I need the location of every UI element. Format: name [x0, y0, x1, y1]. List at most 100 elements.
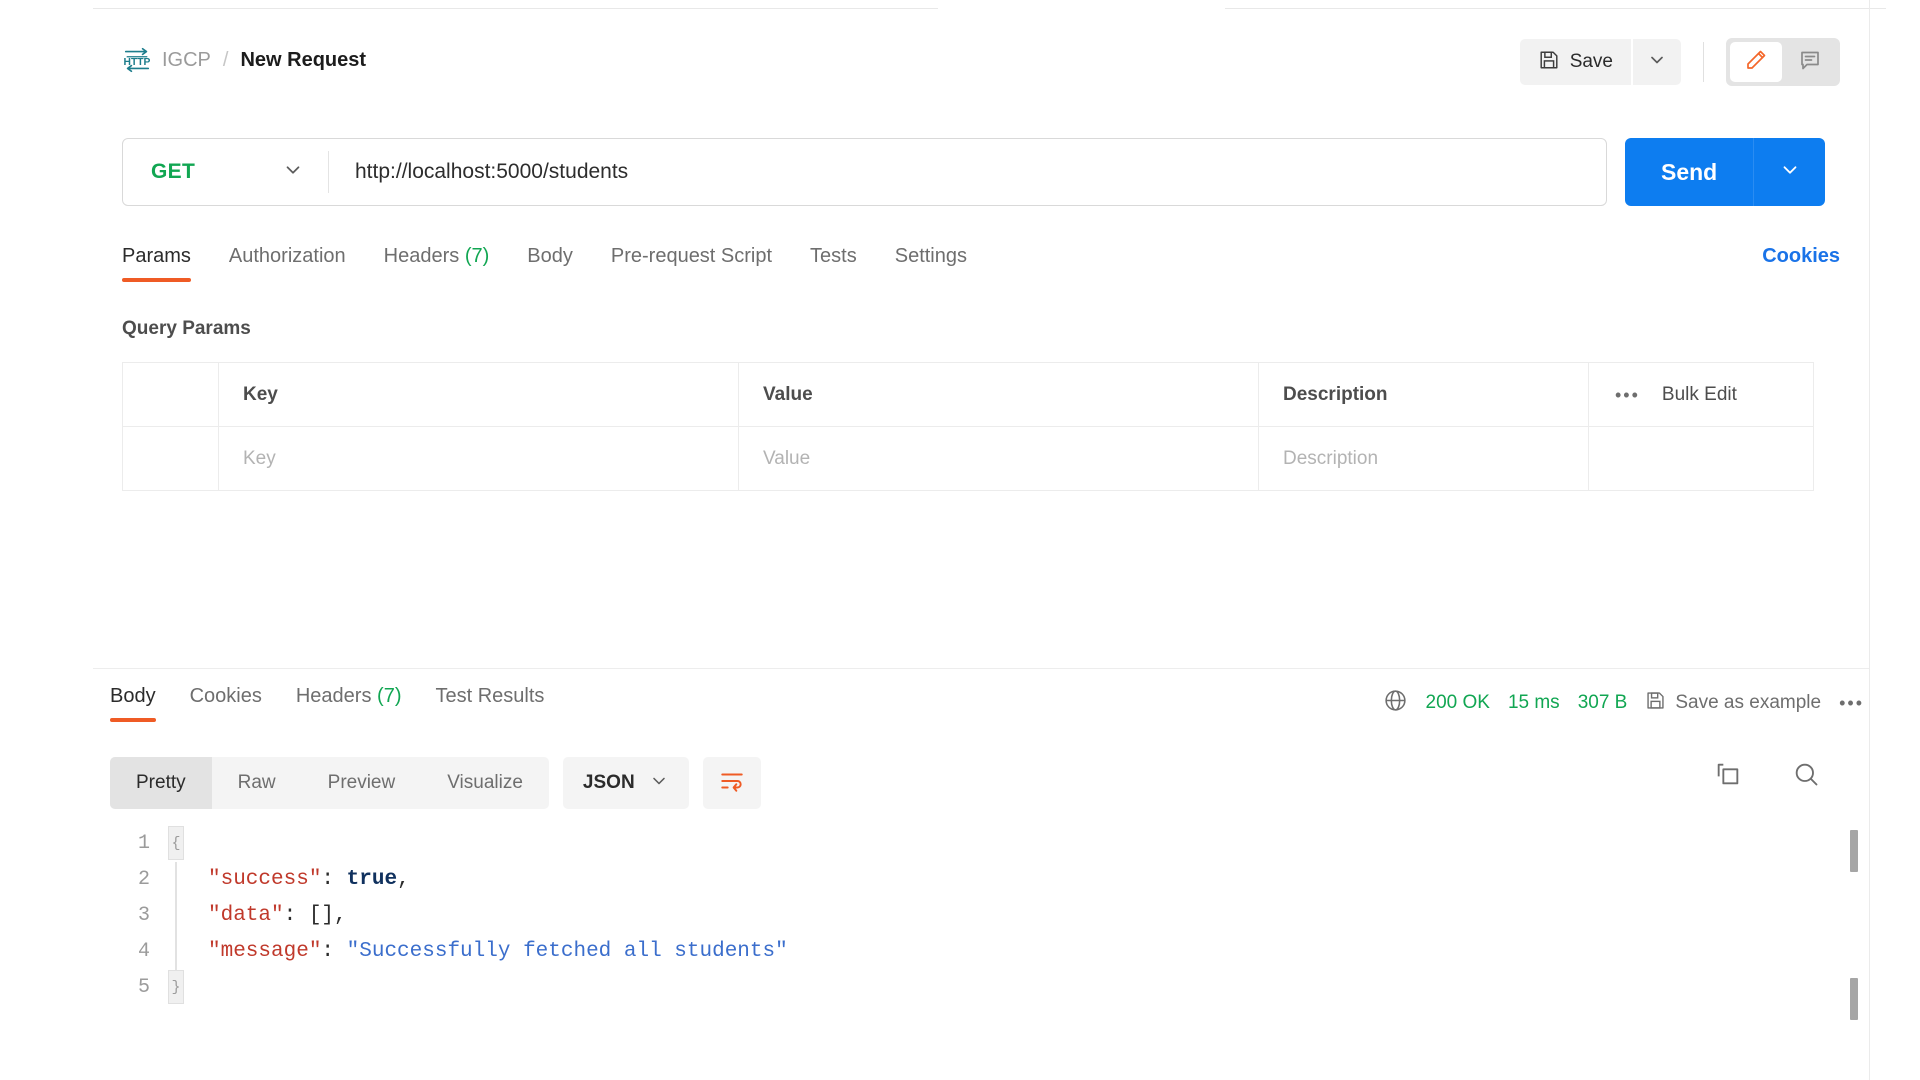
search-icon[interactable]: [1792, 760, 1820, 788]
query-params-table: Key Value Description ••• Bulk Edit Key …: [122, 362, 1814, 491]
comment-mode-button[interactable]: [1784, 42, 1836, 82]
chevron-down-icon: [1647, 50, 1667, 75]
table-row[interactable]: Key Value Description: [122, 426, 1814, 491]
code-text: "data": [],: [208, 904, 347, 927]
send-button-group: Send: [1625, 138, 1826, 206]
tab-settings[interactable]: Settings: [895, 245, 967, 282]
save-dropdown-button[interactable]: [1633, 39, 1681, 85]
value-input-placeholder[interactable]: Value: [763, 448, 810, 469]
scrollbar-thumb-bottom: [1850, 978, 1858, 1020]
view-mode-raw[interactable]: Raw: [212, 757, 302, 809]
breadcrumb-current: New Request: [240, 48, 367, 71]
wrap-text-icon: [719, 768, 745, 799]
response-tab-test-results-label: Test Results: [435, 685, 545, 707]
tab-pre-request-script-label: Pre-request Script: [610, 245, 773, 267]
url-bar: GET: [122, 138, 1607, 206]
send-dropdown-button[interactable]: [1753, 138, 1825, 206]
line-number: 2: [137, 868, 150, 891]
breadcrumb-project[interactable]: IGCP: [162, 49, 211, 72]
response-tabs: Body Cookies Headers (7) Test Results: [110, 685, 544, 722]
request-url-row: GET Send: [122, 138, 1826, 206]
globe-icon[interactable]: [1383, 688, 1408, 718]
view-mode-pretty[interactable]: Pretty: [110, 757, 212, 809]
response-size: 307 B: [1577, 692, 1628, 713]
tab-tests[interactable]: Tests: [810, 245, 857, 282]
description-input-placeholder[interactable]: Description: [1283, 448, 1378, 469]
response-tab-cookies[interactable]: Cookies: [190, 685, 262, 722]
right-rail-divider: [1869, 0, 1870, 1080]
response-tab-headers[interactable]: Headers (7): [296, 685, 402, 722]
code-text: "message": "Successfully fetched all stu…: [208, 940, 788, 963]
tab-params[interactable]: Params: [122, 245, 191, 282]
key-input-placeholder[interactable]: Key: [243, 448, 276, 469]
row-description-cell[interactable]: Description: [1258, 426, 1589, 491]
response-tab-body[interactable]: Body: [110, 685, 156, 722]
fold-marker-open[interactable]: {: [168, 826, 184, 860]
status-code: 200 OK: [1425, 692, 1490, 713]
top-divider-right: [1225, 8, 1886, 9]
send-button[interactable]: Send: [1625, 138, 1753, 206]
tab-headers[interactable]: Headers (7): [384, 245, 490, 282]
response-tab-test-results[interactable]: Test Results: [435, 685, 544, 722]
tab-tests-label: Tests: [810, 245, 857, 267]
save-button[interactable]: Save: [1519, 39, 1631, 85]
scrollbar-thumb-top: [1850, 830, 1858, 872]
code-line: 1 {: [110, 826, 1820, 862]
indent-guide: [168, 898, 184, 934]
wrap-text-button[interactable]: [702, 757, 761, 809]
breadcrumb-separator: /: [222, 48, 229, 71]
save-button-label: Save: [1569, 51, 1613, 72]
http-icon: HTTP: [122, 45, 152, 75]
floppy-disk-icon: [1645, 690, 1666, 716]
row-checkbox-cell[interactable]: [122, 426, 219, 491]
response-body-code[interactable]: 1 { 2 "success": true, 3 "data": [], 4 "…: [110, 826, 1820, 1076]
response-divider: [93, 668, 1869, 669]
header-key-cell: Key: [218, 362, 739, 427]
method-selector[interactable]: GET: [123, 159, 328, 186]
view-mode-pretty-label: Pretty: [136, 772, 186, 793]
save-as-example-button[interactable]: Save as example: [1645, 690, 1821, 716]
copy-icon[interactable]: [1714, 760, 1742, 788]
header-value-cell: Value: [738, 362, 1259, 427]
cookies-link[interactable]: Cookies: [1762, 245, 1840, 268]
chevron-down-icon: [649, 771, 669, 796]
column-header-value: Value: [763, 383, 813, 405]
postman-request-view: HTTP IGCP / New Request Save GET http://…: [0, 0, 1920, 1080]
edit-mode-button[interactable]: [1730, 42, 1782, 82]
save-as-example-label: Save as example: [1675, 692, 1822, 713]
fold-marker-close[interactable]: }: [168, 970, 184, 1004]
code-line: 4 "message": "Successfully fetched all s…: [110, 934, 1820, 970]
left-gutter: [0, 0, 93, 1080]
pencil-icon: [1744, 48, 1768, 77]
tab-headers-count: (7): [464, 245, 490, 267]
indent-guide: [168, 934, 184, 970]
code-scrollbar[interactable]: [1850, 826, 1858, 1076]
bulk-edit-button[interactable]: Bulk Edit: [1662, 384, 1737, 406]
column-header-description: Description: [1283, 383, 1388, 405]
tab-authorization[interactable]: Authorization: [229, 245, 346, 282]
row-value-cell[interactable]: Value: [738, 426, 1259, 491]
indent-guide: [168, 862, 184, 898]
view-mode-raw-label: Raw: [237, 772, 276, 793]
view-mode-preview[interactable]: Preview: [302, 757, 422, 809]
response-tab-body-label: Body: [110, 685, 156, 707]
header-bulk-edit-cell: ••• Bulk Edit: [1588, 362, 1814, 427]
more-options-icon[interactable]: •••: [1615, 386, 1640, 404]
format-label: JSON: [582, 772, 635, 793]
code-line: 2 "success": true,: [110, 862, 1820, 898]
response-tab-headers-label: Headers: [295, 685, 372, 707]
url-input[interactable]: [329, 160, 1606, 184]
query-params-title: Query Params: [122, 318, 251, 339]
request-tabs: Params Authorization Headers (7) Body Pr…: [122, 245, 967, 282]
response-more-options-icon[interactable]: •••: [1839, 694, 1864, 712]
header-checkbox-cell: [122, 362, 219, 427]
header-actions: Save: [1519, 38, 1840, 86]
code-line: 5 }: [110, 970, 1820, 1006]
tab-headers-label: Headers: [383, 245, 460, 267]
view-mode-visualize[interactable]: Visualize: [421, 757, 549, 809]
row-key-cell[interactable]: Key: [218, 426, 739, 491]
tab-pre-request-script[interactable]: Pre-request Script: [611, 245, 772, 282]
tab-body[interactable]: Body: [527, 245, 573, 282]
send-button-label: Send: [1661, 158, 1718, 185]
format-selector[interactable]: JSON: [562, 757, 689, 809]
